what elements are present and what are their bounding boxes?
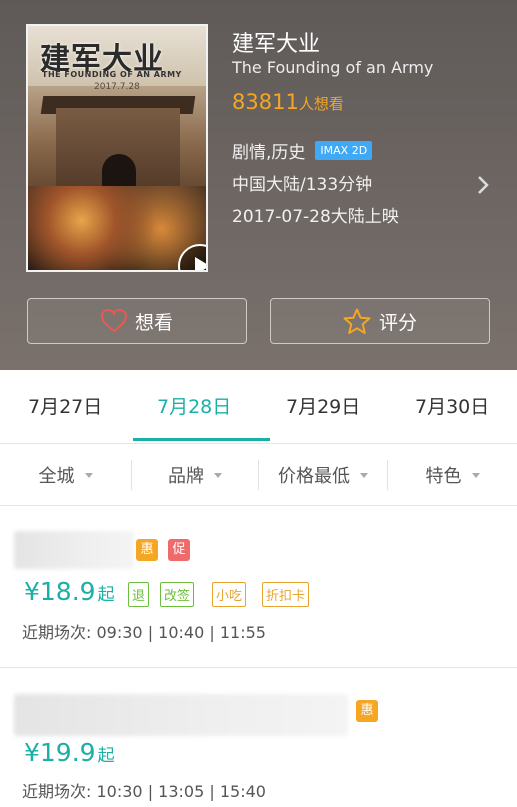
caret-down-icon	[360, 472, 368, 478]
filter-feature[interactable]: 特色	[388, 444, 517, 506]
movie-poster[interactable]: 建军大业 THE FOUNDING OF AN ARMY 2017.7.28	[26, 24, 208, 272]
want-to-see-button[interactable]: 想看	[27, 298, 247, 344]
movie-release-date: 2017-07-28大陆上映	[232, 207, 399, 227]
date-tab-selected[interactable]: 7月28日	[157, 392, 231, 419]
selected-date-indicator	[133, 438, 270, 441]
feature-tag-snack: 小吃	[212, 582, 247, 607]
filter-bar: 全城 品牌 价格最低 特色	[0, 444, 517, 506]
play-icon	[195, 257, 206, 270]
showtimes-label: 近期场次:	[22, 623, 92, 642]
chevron-right-icon[interactable]	[476, 174, 490, 196]
price-amount: ¥18.9	[24, 577, 96, 606]
want-count-label: 人想看	[298, 95, 344, 113]
filter-brand[interactable]: 品牌	[132, 444, 258, 506]
movie-header: 建军大业 THE FOUNDING OF AN ARMY 2017.7.28 建…	[0, 0, 517, 370]
feature-tags: 退 改签 小吃 折扣卡	[128, 582, 328, 607]
poster-subtitle: THE FOUNDING OF AN ARMY	[42, 70, 182, 79]
want-count-number: 83811	[232, 90, 299, 114]
showtimes-values: 09:30 | 10:40 | 11:55	[96, 623, 266, 642]
price-suffix: 起	[97, 585, 115, 605]
showtimes: 近期场次: 09:30 | 10:40 | 11:55	[22, 619, 266, 643]
filter-brand-label: 品牌	[168, 466, 204, 487]
showtimes-label: 近期场次:	[22, 782, 92, 801]
filter-area[interactable]: 全城	[0, 444, 131, 506]
promo-badge-cu: 促	[168, 539, 190, 561]
format-badge: IMAX 2D	[315, 141, 373, 160]
filter-feature-label: 特色	[425, 466, 462, 487]
poster-date: 2017.7.28	[94, 82, 140, 92]
movie-title: 建军大业	[232, 32, 321, 57]
genre-row: 剧情,历史 IMAX 2D	[232, 138, 373, 163]
price-amount: ¥19.9	[24, 738, 96, 767]
cinema-price: ¥18.9 起	[24, 577, 115, 606]
promo-badge-hui: 惠	[356, 700, 378, 722]
movie-genre: 剧情,历史	[232, 143, 306, 163]
price-suffix: 起	[97, 746, 115, 766]
rate-label: 评分	[378, 311, 417, 334]
feature-tag-reschedule: 改签	[160, 582, 195, 607]
caret-down-icon	[214, 472, 222, 478]
caret-down-icon	[84, 472, 93, 478]
cinema-price: ¥19.9 起	[24, 738, 115, 767]
caret-down-icon	[471, 472, 480, 478]
date-tab[interactable]: 7月30日	[415, 392, 489, 419]
cinema-name-blurred	[14, 531, 134, 569]
showtimes-values: 10:30 | 13:05 | 15:40	[96, 782, 266, 801]
promo-badge-hui: 惠	[136, 539, 158, 561]
filter-price[interactable]: 价格最低	[259, 444, 387, 506]
heart-icon	[100, 309, 127, 333]
cinema-name-blurred	[14, 694, 348, 736]
filter-area-label: 全城	[38, 466, 75, 487]
feature-tag-discount-card: 折扣卡	[262, 582, 310, 607]
rate-button[interactable]: 评分	[270, 298, 490, 344]
cinema-list-item[interactable]: 惠 ¥19.9 起 近期场次: 10:30 | 13:05 | 15:40	[0, 668, 517, 807]
feature-tag-refund: 退	[128, 582, 150, 607]
want-to-see-count: 83811人想看	[232, 90, 344, 114]
cinema-list-item[interactable]: 惠 促 ¥18.9 起 退 改签 小吃 折扣卡 近期场次: 09:30 | 10:…	[0, 507, 517, 667]
star-icon	[343, 308, 371, 334]
date-tab[interactable]: 7月29日	[286, 392, 360, 419]
date-tabs: 7月27日 7月28日 7月29日 7月30日	[0, 370, 517, 444]
movie-english-title: The Founding of an Army	[232, 58, 434, 77]
want-to-see-label: 想看	[134, 311, 173, 334]
showtimes: 近期场次: 10:30 | 13:05 | 15:40	[22, 778, 266, 802]
date-tab[interactable]: 7月27日	[28, 392, 102, 419]
filter-price-label: 价格最低	[278, 466, 350, 487]
movie-country-duration: 中国大陆/133分钟	[232, 175, 373, 195]
